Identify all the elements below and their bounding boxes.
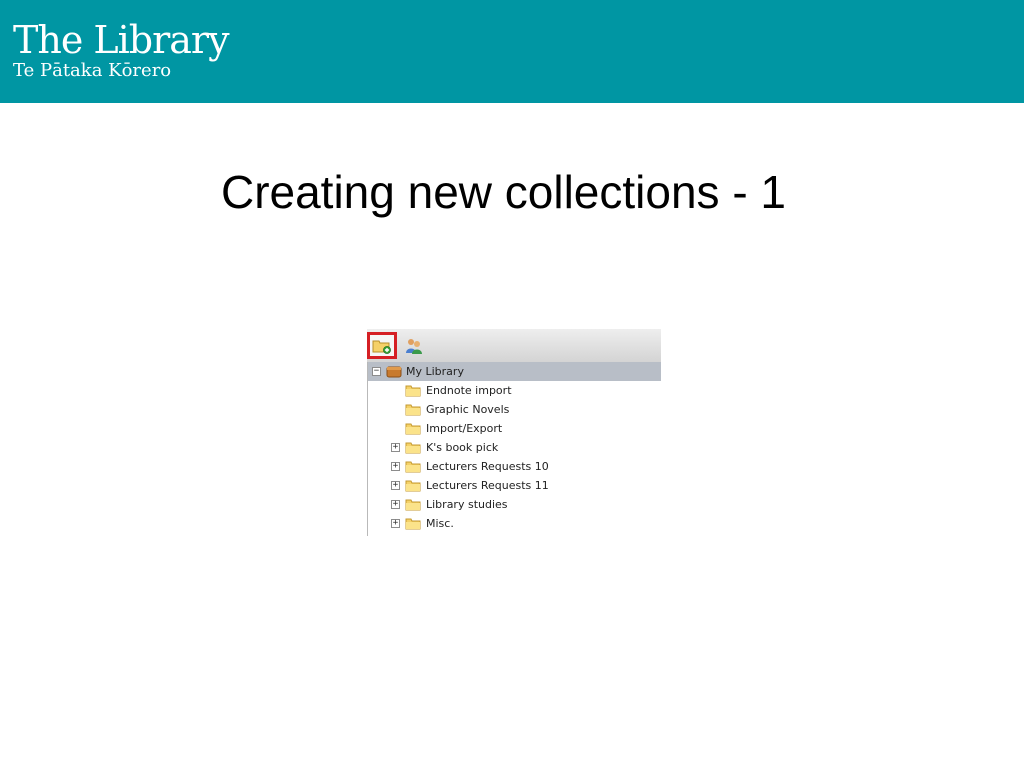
folder-icon [405,461,421,473]
slide-title: Creating new collections - 1 [220,166,787,218]
collection-tree: − My Library Endnote import Graphic Novel… [367,362,661,536]
tree-item-label: Library studies [426,498,508,511]
expand-icon[interactable]: + [391,462,400,471]
tree-item-label: Misc. [426,517,454,530]
tree-item[interactable]: + K's book pick [368,438,661,457]
library-logo: The Library Te Pātaka Kōrero [13,18,230,82]
folder-icon [405,423,421,435]
share-users-icon [406,338,422,354]
tree-item-label: Endnote import [426,384,512,397]
logo-title: The Library [13,18,230,62]
share-collection-button[interactable] [399,332,429,359]
tree-item-label: Import/Export [426,422,503,435]
expand-icon[interactable]: + [391,443,400,452]
folder-icon [405,385,421,397]
folder-icon [405,442,421,454]
tree-item-label: Graphic Novels [426,403,510,416]
tree-root-my-library[interactable]: − My Library [368,362,661,381]
library-banner: The Library Te Pātaka Kōrero [0,0,1024,103]
tree-item-label: Lecturers Requests 11 [426,479,549,492]
new-collection-button[interactable] [367,332,397,359]
folder-icon [405,499,421,511]
collapse-icon[interactable]: − [372,367,381,376]
tree-item[interactable]: + Misc. [368,514,661,533]
tree-item[interactable]: + Library studies [368,495,661,514]
tree-item[interactable]: Import/Export [368,419,661,438]
folder-icon [405,480,421,492]
tree-item[interactable]: Graphic Novels [368,400,661,419]
tree-item[interactable]: + Lecturers Requests 10 [368,457,661,476]
logo-subtitle: Te Pātaka Kōrero [13,60,172,81]
tree-root-label: My Library [406,365,464,378]
tree-item[interactable]: + Lecturers Requests 11 [368,476,661,495]
collections-panel-screenshot: − My Library Endnote import Graphic Novel… [367,329,661,536]
library-icon [386,366,402,378]
new-collection-icon [372,340,391,354]
tree-item-label: K's book pick [426,441,499,454]
collections-toolbar [367,329,661,362]
expand-icon[interactable]: + [391,481,400,490]
expand-icon[interactable]: + [391,500,400,509]
folder-icon [405,404,421,416]
tree-item[interactable]: Endnote import [368,381,661,400]
expand-icon[interactable]: + [391,519,400,528]
folder-icon [405,518,421,530]
tree-item-label: Lecturers Requests 10 [426,460,549,473]
